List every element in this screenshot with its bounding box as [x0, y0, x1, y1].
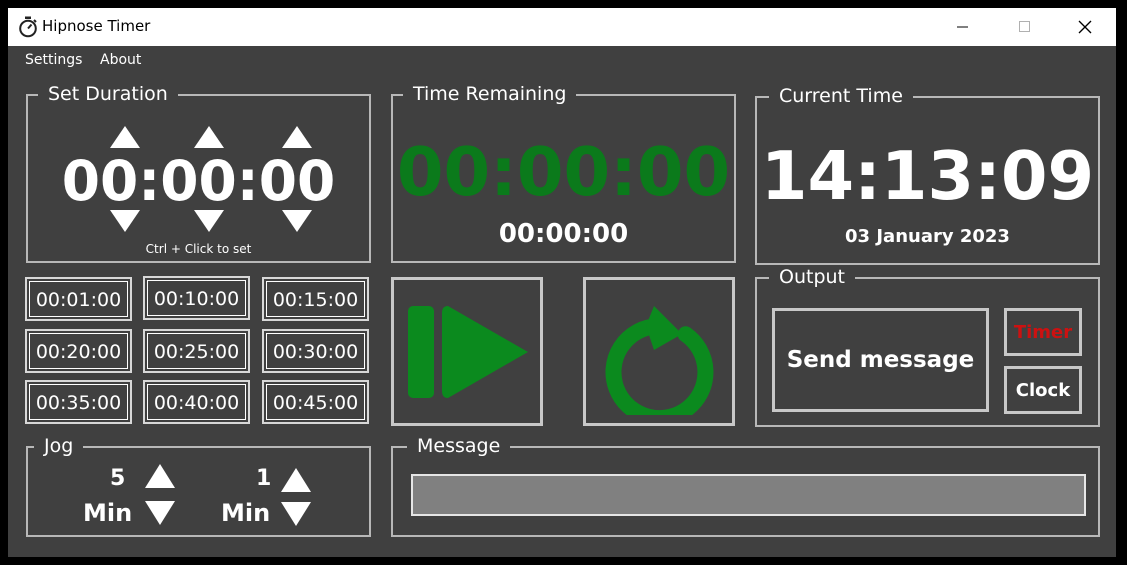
clock-output-button[interactable]: Clock: [1004, 366, 1082, 414]
preset-button[interactable]: 00:35:00: [25, 380, 132, 424]
hours-down-arrow-icon[interactable]: [110, 210, 140, 232]
seconds-up-arrow-icon[interactable]: [282, 126, 312, 148]
current-time-label: Current Time: [769, 84, 913, 108]
app-window: Hipnose Timer Settings About Set Duratio…: [8, 8, 1116, 557]
output-group: Output Send message Timer Clock: [755, 265, 1100, 427]
preset-label: 00:10:00: [153, 288, 240, 310]
preset-label: 00:45:00: [272, 392, 359, 414]
minimize-icon: [957, 26, 968, 28]
duration-value[interactable]: 00:00:00: [28, 150, 369, 212]
current-date: 03 January 2023: [845, 226, 1010, 247]
menu-bar: Settings About: [8, 46, 1116, 74]
duration-hint: Ctrl + Click to set: [145, 242, 252, 256]
preset-button[interactable]: 00:30:00: [262, 329, 369, 373]
preset-button[interactable]: 00:25:00: [143, 329, 250, 373]
time-remaining-label: Time Remaining: [403, 82, 577, 106]
time-remaining-group: Time Remaining 00:00:00 00:00:00: [391, 82, 736, 263]
output-label: Output: [769, 265, 855, 289]
send-message-button[interactable]: Send message: [772, 308, 989, 412]
minimize-button[interactable]: [940, 8, 986, 46]
jog-5-value: 5: [110, 466, 126, 491]
message-input[interactable]: [411, 474, 1086, 516]
reset-icon: [605, 306, 714, 415]
hours-up-arrow-icon[interactable]: [110, 126, 140, 148]
remaining-small: 00:00:00: [498, 219, 629, 249]
jog-5-unit: Min: [83, 499, 133, 527]
preset-label: 00:01:00: [35, 289, 122, 311]
preset-label: 00:35:00: [35, 392, 122, 414]
window-title: Hipnose Timer: [42, 17, 151, 35]
preset-label: 00:25:00: [153, 341, 240, 363]
close-button[interactable]: [1062, 8, 1108, 46]
jog-5-down-arrow-icon[interactable]: [145, 501, 175, 525]
set-duration-group: Set Duration 00:00:00 Ctrl + Click to se…: [26, 82, 371, 263]
jog-group: Jog 5 Min 1 Min: [26, 434, 371, 537]
menu-settings[interactable]: Settings: [25, 52, 82, 68]
stopwatch-icon: [19, 16, 37, 38]
preset-button[interactable]: 00:15:00: [262, 277, 369, 321]
close-icon: [1078, 20, 1092, 34]
preset-label: 00:15:00: [272, 289, 359, 311]
start-pause-button[interactable]: [391, 277, 543, 426]
minutes-up-arrow-icon[interactable]: [194, 126, 224, 148]
preset-button[interactable]: 00:40:00: [143, 380, 250, 424]
message-group: Message: [391, 434, 1100, 537]
jog-1-unit: Min: [221, 499, 271, 527]
jog-1-down-arrow-icon[interactable]: [281, 502, 311, 526]
preset-button[interactable]: 00:10:00: [143, 276, 250, 320]
preset-label: 00:20:00: [35, 341, 122, 363]
message-label: Message: [407, 434, 511, 458]
set-duration-label: Set Duration: [38, 82, 178, 106]
current-clock: 14:13:09: [760, 137, 1095, 215]
reset-button[interactable]: [583, 277, 735, 426]
maximize-button[interactable]: [1002, 8, 1048, 46]
preset-button[interactable]: 00:45:00: [262, 380, 369, 424]
play-icon: [408, 306, 528, 398]
minutes-down-arrow-icon[interactable]: [194, 210, 224, 232]
timer-output-button[interactable]: Timer: [1004, 308, 1082, 356]
preset-label: 00:40:00: [153, 392, 240, 414]
preset-label: 00:30:00: [272, 341, 359, 363]
remaining-big: 00:00:00: [396, 133, 731, 211]
preset-button[interactable]: 00:20:00: [25, 329, 132, 373]
jog-5-up-arrow-icon[interactable]: [145, 464, 175, 488]
maximize-icon: [1019, 21, 1030, 32]
menu-about[interactable]: About: [100, 52, 141, 68]
preset-button[interactable]: 00:01:00: [25, 277, 132, 321]
seconds-down-arrow-icon[interactable]: [282, 210, 312, 232]
jog-label: Jog: [34, 434, 84, 458]
jog-1-value: 1: [256, 466, 272, 491]
current-time-group: Current Time 14:13:09 03 January 2023: [755, 84, 1100, 265]
jog-1-up-arrow-icon[interactable]: [281, 468, 311, 492]
title-bar: Hipnose Timer: [8, 8, 1116, 46]
